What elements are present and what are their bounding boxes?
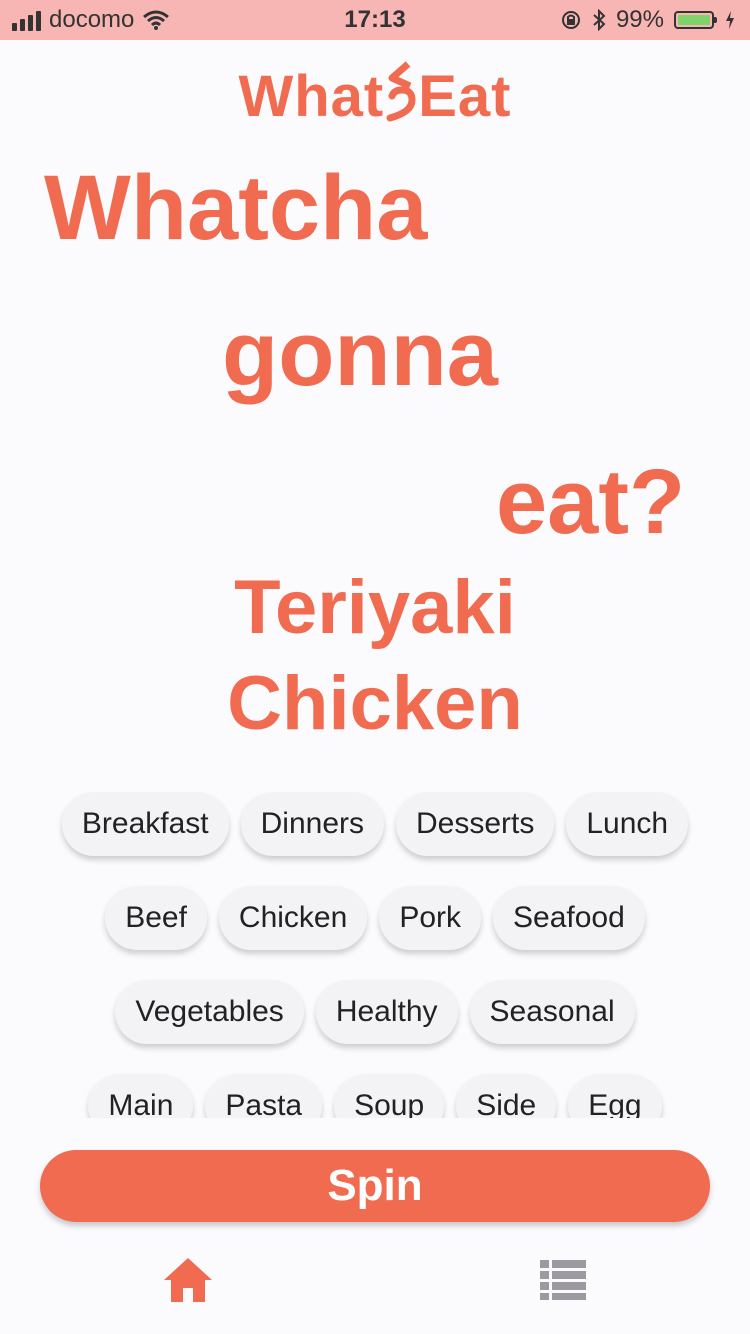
status-bar: docomo 17:13 99%: [0, 0, 750, 40]
logo-text-right: Eat: [418, 64, 512, 129]
chip-row-3: Vegetables Healthy Seasonal: [20, 980, 730, 1044]
spin-button[interactable]: Spin: [40, 1150, 710, 1222]
result-line-1: Teriyaki: [234, 565, 516, 650]
logo-question-glyph: [386, 61, 416, 122]
chip-seafood[interactable]: Seafood: [493, 886, 645, 950]
battery-fill: [678, 15, 710, 25]
chip-dinners[interactable]: Dinners: [240, 792, 384, 856]
chip-beef[interactable]: Beef: [105, 886, 207, 950]
chip-seasonal[interactable]: Seasonal: [469, 980, 635, 1044]
chip-side[interactable]: Side: [456, 1074, 557, 1118]
status-right: 99%: [560, 6, 736, 34]
headline-line-2: gonna: [222, 303, 498, 405]
chip-soup[interactable]: Soup: [334, 1074, 445, 1118]
chip-row-2: Beef Chicken Pork Seafood: [20, 886, 730, 950]
headline-line-3: eat?: [496, 451, 686, 553]
orientation-lock-icon: [561, 11, 580, 29]
charging-icon: [726, 11, 734, 29]
chip-main[interactable]: Main: [88, 1074, 194, 1118]
logo-text-left: What: [238, 64, 385, 129]
chip-desserts[interactable]: Desserts: [396, 792, 555, 856]
chip-healthy[interactable]: Healthy: [315, 980, 458, 1044]
chip-breakfast[interactable]: Breakfast: [61, 792, 229, 856]
list-icon[interactable]: [540, 1260, 586, 1300]
chip-chicken[interactable]: Chicken: [218, 886, 368, 950]
battery-percent: 99%: [615, 6, 664, 33]
chip-vegetables[interactable]: Vegetables: [115, 980, 304, 1044]
chip-lunch[interactable]: Lunch: [566, 792, 689, 856]
chip-row-4: Main Pasta Soup Side Egg: [20, 1074, 730, 1118]
chip-pasta[interactable]: Pasta: [205, 1074, 323, 1118]
result-line-2: Chicken: [227, 661, 523, 746]
chip-egg[interactable]: Egg: [568, 1074, 662, 1118]
chip-pork[interactable]: Pork: [379, 886, 481, 950]
app-logo: What Eat: [0, 60, 750, 130]
battery-icon: [674, 11, 717, 29]
home-icon[interactable]: [162, 1256, 214, 1304]
chip-row-1: Breakfast Dinners Desserts Lunch: [20, 792, 730, 856]
headline-line-1: Whatcha: [44, 157, 428, 259]
category-chips: Breakfast Dinners Desserts Lunch Beef Ch…: [20, 792, 730, 1118]
result-dish: Teriyaki Chicken: [0, 560, 750, 752]
bluetooth-icon: [593, 9, 606, 31]
